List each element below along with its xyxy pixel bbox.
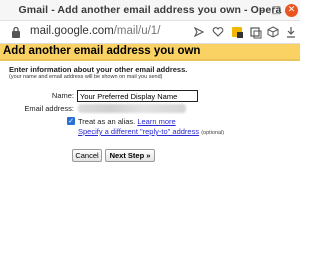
header-divider <box>0 59 300 61</box>
name-label: Name: <box>51 91 74 100</box>
download-icon[interactable] <box>284 25 298 39</box>
dialog-heading: Add another email address you own <box>3 45 201 57</box>
window-titlebar: Gmail - Add another email address you ow… <box>0 0 300 21</box>
alias-label: Treat as an alias. <box>78 117 136 126</box>
lock-icon <box>12 26 20 38</box>
close-icon[interactable]: ✕ <box>285 4 298 17</box>
intro-text: Enter information about your other email… <box>9 65 188 74</box>
dialog-page: Add another email address you own Enter … <box>0 44 300 276</box>
next-step-button[interactable]: Next Step » <box>105 149 155 162</box>
alias-checkbox[interactable]: ✓ <box>67 117 75 125</box>
intro-subtext: (your name and email address will be sho… <box>9 74 163 80</box>
url-host: mail.google.com <box>30 25 114 37</box>
cancel-button[interactable]: Cancel <box>72 149 102 162</box>
crop-icon[interactable] <box>248 25 262 39</box>
address-bar[interactable]: mail.google.com/mail/u/1/ <box>30 25 160 37</box>
heart-icon[interactable] <box>211 25 225 39</box>
email-address-value <box>78 104 186 113</box>
send-icon[interactable] <box>192 25 206 39</box>
notes-extension-icon[interactable] <box>230 25 244 39</box>
dialog-header: Add another email address you own <box>0 44 300 59</box>
browser-toolbar: mail.google.com/mail/u/1/ <box>0 21 300 44</box>
optional-note: (optional) <box>201 130 225 136</box>
minimize-icon[interactable]: – <box>255 4 268 17</box>
name-input[interactable] <box>77 90 198 102</box>
alias-row: Treat as an alias. Learn more <box>78 117 176 126</box>
learn-more-link[interactable]: Learn more <box>137 117 175 126</box>
reply-to-link[interactable]: Specify a different "reply-to" address <box>78 127 199 136</box>
email-label: Email address: <box>24 104 74 113</box>
reply-to-row: Specify a different "reply-to" address (… <box>78 127 224 136</box>
cube-extension-icon[interactable] <box>266 25 280 39</box>
maximize-icon[interactable]: □ <box>270 4 283 17</box>
url-path: /mail/u/1/ <box>113 25 161 37</box>
